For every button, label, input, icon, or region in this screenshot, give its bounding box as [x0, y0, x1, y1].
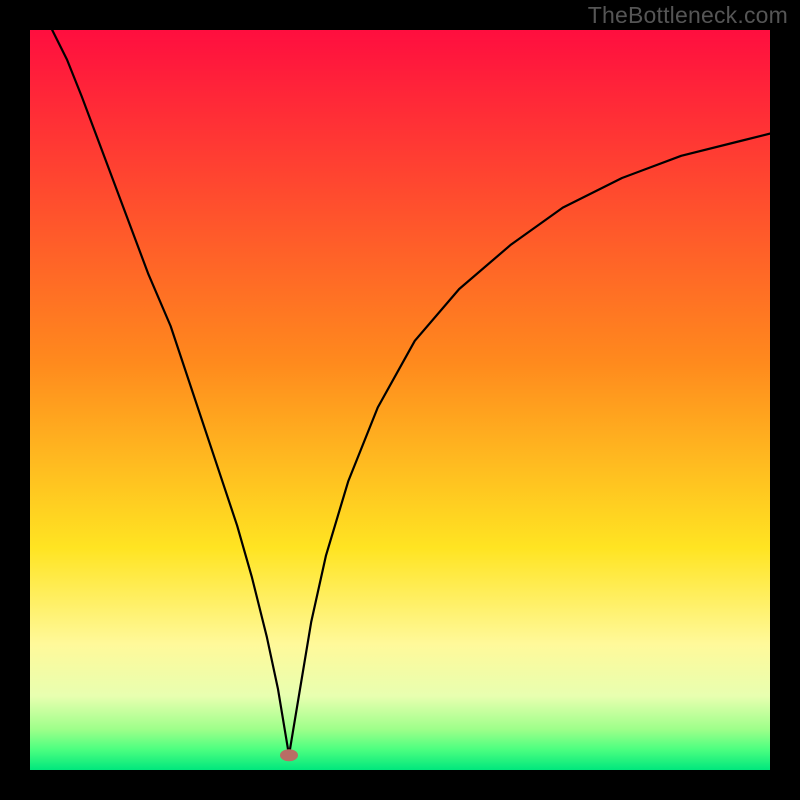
gradient-background: [30, 30, 770, 770]
plot-area: [30, 30, 770, 770]
chart-frame: TheBottleneck.com: [0, 0, 800, 800]
chart-svg: [30, 30, 770, 770]
min-marker: [280, 749, 298, 761]
watermark-text: TheBottleneck.com: [588, 2, 788, 29]
